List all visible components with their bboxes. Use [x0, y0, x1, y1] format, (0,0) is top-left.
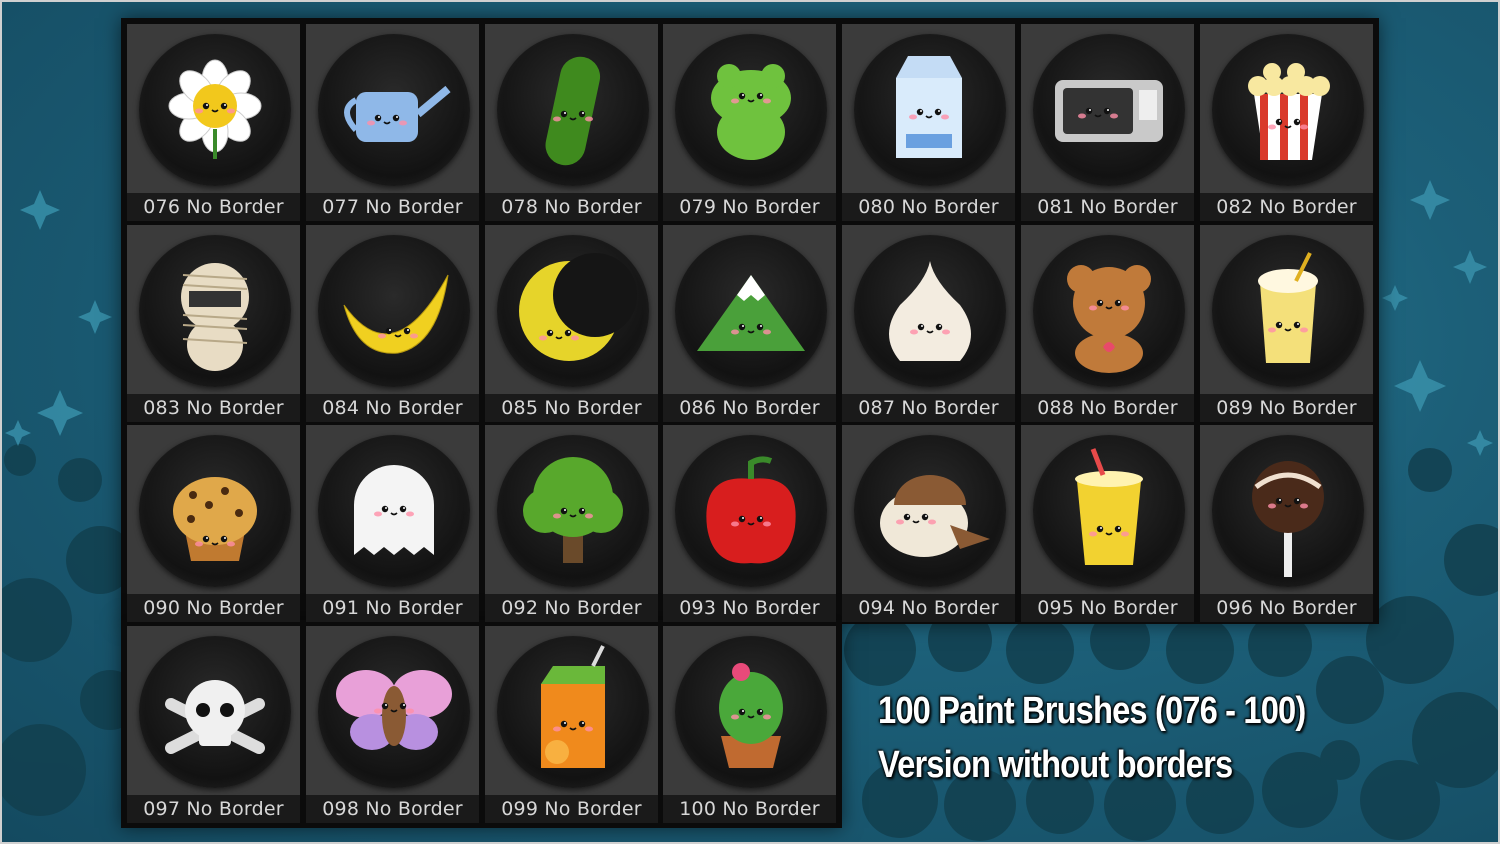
- brush-tile[interactable]: 090 No Border: [127, 425, 300, 622]
- skull-crossbones-icon: [139, 636, 291, 788]
- brush-tile[interactable]: 082 No Border: [1200, 24, 1373, 221]
- brush-label: 087 No Border: [842, 394, 1015, 422]
- tree-icon: [497, 435, 649, 587]
- brush-label: 088 No Border: [1021, 394, 1194, 422]
- brush-tile[interactable]: 093 No Border: [663, 425, 836, 622]
- muffin-icon: [139, 435, 291, 587]
- brush-tile[interactable]: 083 No Border: [127, 225, 300, 422]
- potted-cactus-icon: [675, 636, 827, 788]
- brush-tile[interactable]: 076 No Border: [127, 24, 300, 221]
- caption-title: 100 Paint Brushes (076 - 100): [878, 690, 1306, 732]
- brush-tile[interactable]: 094 No Border: [842, 425, 1015, 622]
- brush-label: 080 No Border: [842, 193, 1015, 221]
- brush-tile[interactable]: 079 No Border: [663, 24, 836, 221]
- brush-tile[interactable]: 092 No Border: [485, 425, 658, 622]
- mountain-icon: [675, 235, 827, 387]
- brush-tile[interactable]: 087 No Border: [842, 225, 1015, 422]
- brush-tile[interactable]: 088 No Border: [1021, 225, 1194, 422]
- brush-tile[interactable]: 081 No Border: [1021, 24, 1194, 221]
- banana-icon: [318, 235, 470, 387]
- brush-tile[interactable]: 078 No Border: [485, 24, 658, 221]
- brush-label: 076 No Border: [127, 193, 300, 221]
- garlic-icon: [854, 235, 1006, 387]
- mummy-icon: [139, 235, 291, 387]
- brush-tile[interactable]: 080 No Border: [842, 24, 1015, 221]
- brush-label: 091 No Border: [306, 594, 479, 622]
- caption-subtitle: Version without borders: [878, 744, 1233, 786]
- brush-tile[interactable]: 100 No Border: [663, 626, 836, 823]
- brush-label: 099 No Border: [485, 795, 658, 823]
- brush-label: 096 No Border: [1200, 594, 1373, 622]
- brush-tile[interactable]: 098 No Border: [306, 626, 479, 823]
- bell-pepper-icon: [675, 435, 827, 587]
- brush-tile[interactable]: 097 No Border: [127, 626, 300, 823]
- brush-label: 095 No Border: [1021, 594, 1194, 622]
- microwave-icon: [1033, 34, 1185, 186]
- brush-label: 079 No Border: [663, 193, 836, 221]
- brush-label: 082 No Border: [1200, 193, 1373, 221]
- cucumber-icon: [497, 34, 649, 186]
- brush-label: 098 No Border: [306, 795, 479, 823]
- brush-label: 089 No Border: [1200, 394, 1373, 422]
- brush-label: 078 No Border: [485, 193, 658, 221]
- brush-label: 085 No Border: [485, 394, 658, 422]
- brush-label: 090 No Border: [127, 594, 300, 622]
- popcorn-icon: [1212, 34, 1364, 186]
- caption: 100 Paint Brushes (076 - 100) Version wi…: [878, 684, 1306, 792]
- brush-tile[interactable]: 077 No Border: [306, 24, 479, 221]
- brush-label: 100 No Border: [663, 795, 836, 823]
- milk-carton-icon: [854, 34, 1006, 186]
- brush-tile[interactable]: 085 No Border: [485, 225, 658, 422]
- brush-tile[interactable]: 099 No Border: [485, 626, 658, 823]
- lemonade-cup-icon: [1033, 435, 1185, 587]
- brush-label: 097 No Border: [127, 795, 300, 823]
- brush-label: 077 No Border: [306, 193, 479, 221]
- brush-label: 094 No Border: [842, 594, 1015, 622]
- brush-tile[interactable]: 084 No Border: [306, 225, 479, 422]
- brush-label: 083 No Border: [127, 394, 300, 422]
- cake-pop-icon: [1212, 435, 1364, 587]
- crescent-moon-icon: [497, 235, 649, 387]
- sparrow-icon: [854, 435, 1006, 587]
- brush-label: 084 No Border: [306, 394, 479, 422]
- brush-label: 093 No Border: [663, 594, 836, 622]
- ghost-icon: [318, 435, 470, 587]
- teddy-bear-icon: [1033, 235, 1185, 387]
- watering-can-icon: [318, 34, 470, 186]
- brush-tile[interactable]: 086 No Border: [663, 225, 836, 422]
- brush-label: 081 No Border: [1021, 193, 1194, 221]
- juice-box-icon: [497, 636, 649, 788]
- flower-icon: [139, 34, 291, 186]
- brush-label: 092 No Border: [485, 594, 658, 622]
- brush-tile[interactable]: 095 No Border: [1021, 425, 1194, 622]
- brush-tile[interactable]: 089 No Border: [1200, 225, 1373, 422]
- brush-label: 086 No Border: [663, 394, 836, 422]
- brush-tile[interactable]: 096 No Border: [1200, 425, 1373, 622]
- banana-smoothie-icon: [1212, 235, 1364, 387]
- brush-tile[interactable]: 091 No Border: [306, 425, 479, 622]
- butterfly-icon: [318, 636, 470, 788]
- frog-icon: [675, 34, 827, 186]
